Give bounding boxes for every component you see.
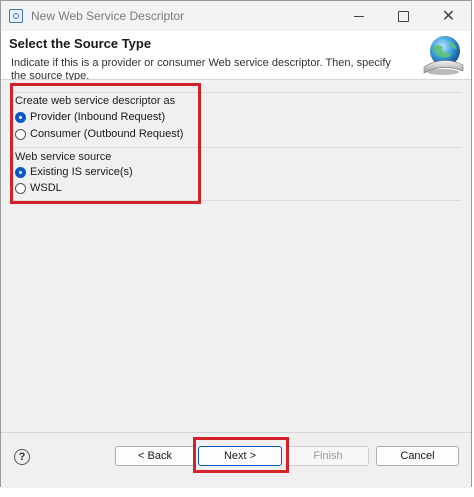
title-bar[interactable]: New Web Service Descriptor ✕	[1, 1, 471, 31]
radio-consumer[interactable]: Consumer (Outbound Request)	[15, 128, 183, 140]
minimize-button[interactable]	[336, 1, 381, 31]
app-icon	[9, 9, 23, 23]
wizard-header: Select the Source Type Indicate if this …	[1, 31, 471, 82]
wizard-footer: ? < Back Next > Finish Cancel	[1, 432, 471, 488]
minimize-icon	[353, 15, 364, 17]
descriptor-type-group: Create web service descriptor as Provide…	[11, 92, 461, 148]
maximize-button[interactable]	[381, 1, 426, 31]
window-controls: ✕	[336, 1, 471, 31]
radio-provider[interactable]: Provider (Inbound Request)	[15, 111, 165, 123]
window-title: New Web Service Descriptor	[31, 9, 185, 23]
close-button[interactable]: ✕	[426, 1, 471, 31]
next-button[interactable]: Next >	[198, 446, 282, 466]
back-button[interactable]: < Back	[115, 446, 195, 466]
web-service-source-group: Web service source Existing IS service(s…	[11, 149, 461, 201]
descriptor-type-label: Create web service descriptor as	[15, 95, 176, 107]
cancel-button[interactable]: Cancel	[376, 446, 459, 466]
finish-button[interactable]: Finish	[287, 446, 369, 466]
radio-existing-is-service-indicator[interactable]	[15, 166, 26, 178]
help-icon[interactable]: ?	[14, 449, 30, 465]
wizard-content: Create web service descriptor as Provide…	[1, 80, 471, 431]
radio-existing-is-service-label: Existing IS service(s)	[30, 166, 133, 178]
dialog-window: New Web Service Descriptor ✕ Select the …	[0, 0, 472, 488]
radio-provider-indicator[interactable]	[15, 111, 26, 123]
close-icon: ✕	[441, 8, 456, 25]
radio-provider-label: Provider (Inbound Request)	[30, 111, 166, 123]
radio-wsdl-indicator[interactable]	[15, 182, 26, 194]
radio-consumer-indicator[interactable]	[15, 128, 26, 140]
radio-existing-is-service[interactable]: Existing IS service(s)	[15, 166, 133, 178]
web-service-globe-icon	[423, 36, 464, 75]
radio-wsdl[interactable]: WSDL	[15, 182, 62, 194]
maximize-icon	[398, 10, 409, 22]
page-title: Select the Source Type	[9, 36, 152, 51]
radio-consumer-label: Consumer (Outbound Request)	[30, 128, 184, 140]
radio-wsdl-label: WSDL	[30, 182, 62, 194]
web-service-source-label: Web service source	[15, 151, 112, 163]
